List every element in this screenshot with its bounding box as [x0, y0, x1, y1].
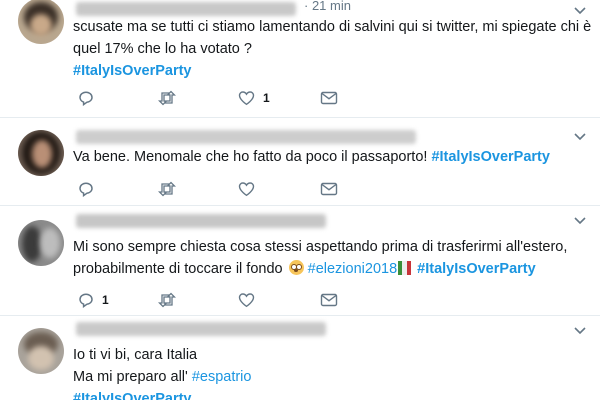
message-icon — [320, 293, 338, 307]
tweet-actions: 1 — [78, 290, 598, 310]
like-icon — [238, 182, 255, 197]
tweet-text-line: Ma mi preparo all' #espatrio — [73, 366, 251, 388]
italy-flag-emoji — [398, 260, 412, 275]
tweet-actions — [78, 179, 598, 199]
like-icon — [238, 293, 255, 308]
tweet-timestamp[interactable]: · 21 min — [304, 0, 351, 13]
tweet-text-line: scusate ma se tutti ci stiamo lamentando… — [73, 19, 592, 35]
tweet-text: scusate ma se tutti ci stiamo lamentando… — [73, 16, 591, 82]
like-button[interactable]: 1 — [238, 88, 270, 108]
reply-button[interactable] — [78, 88, 94, 108]
reply-button[interactable]: 1 — [78, 290, 109, 310]
reply-button[interactable] — [78, 179, 94, 199]
avatar[interactable] — [18, 328, 64, 374]
reply-count: 1 — [102, 293, 109, 307]
hashtag-link[interactable]: #ItalyIsOverParty — [417, 261, 536, 277]
retweet-button[interactable] — [158, 179, 176, 199]
like-button[interactable] — [238, 290, 255, 310]
reply-icon — [79, 293, 93, 308]
reply-icon — [79, 182, 93, 197]
chevron-down-icon[interactable] — [574, 326, 586, 336]
tweet-actions: 1 — [78, 88, 598, 108]
tweet[interactable]: Mi sono sempre chiesta cosa stessi aspet… — [0, 206, 600, 316]
chevron-down-icon[interactable] — [574, 216, 586, 226]
flushed-face-emoji — [288, 260, 304, 275]
direct-message-button[interactable] — [320, 88, 338, 108]
tweet-text-line: Mi sono sempre chiesta cosa stessi aspet… — [73, 239, 568, 255]
like-count: 1 — [263, 91, 270, 105]
avatar[interactable] — [18, 130, 64, 176]
retweet-icon — [158, 90, 176, 106]
direct-message-button[interactable] — [320, 290, 338, 310]
hashtag-link[interactable]: #ItalyIsOverParty — [73, 388, 251, 400]
author-name[interactable] — [76, 130, 416, 144]
chevron-down-icon[interactable] — [574, 132, 586, 142]
hashtag-link[interactable]: #ItalyIsOverParty — [431, 149, 550, 165]
like-icon — [238, 91, 255, 106]
like-button[interactable] — [238, 179, 255, 199]
tweet-text-fragment: probabilmente di toccare il fondo — [73, 261, 287, 277]
retweet-button[interactable] — [158, 88, 176, 108]
retweet-icon — [158, 181, 176, 197]
tweet-text: Va bene. Menomale che ho fatto da poco i… — [73, 146, 550, 168]
tweet-text-line: Va bene. Menomale che ho fatto da poco i… — [73, 149, 432, 165]
message-icon — [320, 182, 338, 196]
avatar[interactable] — [18, 220, 64, 266]
tweet-text-fragment: Ma mi preparo all' — [73, 369, 192, 385]
retweet-button[interactable] — [158, 290, 176, 310]
direct-message-button[interactable] — [320, 179, 338, 199]
author-name[interactable] — [76, 322, 326, 336]
hashtag-link[interactable]: #ItalyIsOverParty — [73, 60, 591, 82]
hashtag-link[interactable]: #elezioni2018 — [308, 261, 398, 277]
retweet-icon — [158, 292, 176, 308]
chevron-down-icon[interactable] — [574, 6, 586, 16]
author-name[interactable] — [76, 2, 296, 16]
tweet[interactable]: Io ti vi bi, cara Italia Ma mi preparo a… — [0, 316, 600, 400]
tweet-text-line: probabilmente di toccare il fondo #elezi… — [73, 258, 567, 280]
hashtag-link[interactable]: #espatrio — [192, 369, 252, 385]
tweet-text-line: Io ti vi bi, cara Italia — [73, 347, 198, 363]
author-name[interactable] — [76, 214, 326, 228]
message-icon — [320, 91, 338, 105]
tweet-text: Mi sono sempre chiesta cosa stessi aspet… — [73, 236, 567, 280]
avatar[interactable] — [18, 0, 64, 44]
tweet-text: Io ti vi bi, cara Italia Ma mi preparo a… — [73, 344, 251, 400]
tweet-text-line: quel 17% che lo ha votato ? — [73, 41, 252, 57]
reply-icon — [79, 91, 93, 106]
tweet[interactable]: Va bene. Menomale che ho fatto da poco i… — [0, 118, 600, 206]
tweet[interactable]: · 21 min scusate ma se tutti ci stiamo l… — [0, 0, 600, 118]
